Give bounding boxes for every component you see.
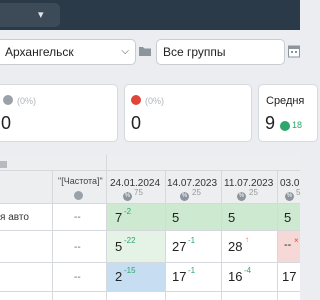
rank-delta: ↑ [245,235,249,244]
top-navbar: ▾ [0,0,300,30]
rank-delta: -4 [244,266,252,275]
groups-select-value: Все группы [163,45,226,59]
minus-circle-icon [3,95,13,105]
rank-delta: -1 [188,236,196,245]
rank-value: 5 [172,210,180,225]
stat-card-down: (0%) 0 [124,84,252,142]
rank-cell[interactable]: 28 ↑ [222,231,277,262]
rank-value: 5 [115,239,123,254]
rank-value: 17 [282,269,297,284]
rank-cell[interactable]: 16 -4 [222,263,277,291]
rank-value: -- [284,239,292,251]
rank-value: 27 [172,239,187,254]
groups-select[interactable]: Все группы [156,39,285,65]
rank-value: 17 [172,269,187,284]
percent-icon: % [180,192,189,201]
rank-value: 2 [115,269,123,284]
settings-icon[interactable] [0,160,8,169]
rank-delta: -2 [124,207,132,216]
rank-delta: × [294,236,299,245]
city-select-value: Архангельск [5,45,74,59]
rank-value: 16 [228,269,243,284]
stat-card-neutral: (0%) 0 [0,84,118,142]
column-count: 25 [249,188,258,197]
rank-value: 5 [284,210,292,225]
arrow-down-circle-icon [131,95,141,105]
chevron-down-icon: ▾ [38,9,44,21]
chevron-down-icon: ⌵ [121,46,129,57]
calendar-icon[interactable] [288,44,300,58]
stat-value: 0 [1,113,12,133]
arrow-up-circle-icon [280,121,290,131]
row-freq: -- [74,242,81,253]
rank-cell[interactable]: -- × [278,231,300,262]
rank-delta: -15 [124,266,136,275]
rank-cell[interactable]: 27 -1 [166,231,221,262]
stat-pct: (0%) [17,96,37,106]
percent-icon: % [123,192,132,201]
folder-icon[interactable] [138,44,152,58]
rank-cell[interactable]: 7 -2 [107,204,165,230]
rank-cell[interactable]: 5 [166,204,221,230]
column-count: 75 [134,188,143,197]
city-select[interactable]: Архангельск ⌵ [0,39,136,65]
rank-value: 28 [228,239,243,254]
rank-cell[interactable]: 5 [278,204,300,230]
column-count: 5 [296,188,301,197]
freq-header: "[Частота]" [58,176,103,186]
stat-title: Средня [266,95,305,107]
row-freq: -- [74,212,81,223]
rank-cell[interactable]: 5 -22 [107,231,165,262]
stat-pct: (0%) [145,96,165,106]
column-count: 25 [192,188,201,197]
percent-icon: % [285,192,294,201]
rank-delta: -22 [124,236,136,245]
rank-cell[interactable]: 17 -1 [166,263,221,291]
globe-icon [74,191,83,200]
stat-value: 9 [265,113,276,133]
rank-value: 7 [115,210,123,225]
project-selector[interactable]: ▾ [0,3,60,27]
rank-value: 5 [228,210,236,225]
row-freq: -- [74,272,81,283]
rank-cell[interactable]: 17 [278,263,300,291]
row-label: я авто [0,212,29,223]
stat-delta: 18 [292,120,303,130]
percent-icon: % [237,192,246,201]
rank-cell[interactable]: 2 -15 [107,263,165,291]
stat-card-average: Средня 9 18 [258,84,318,142]
rank-cell[interactable]: 5 [222,204,277,230]
stat-value: 0 [131,113,142,133]
rank-delta: -1 [188,266,196,275]
